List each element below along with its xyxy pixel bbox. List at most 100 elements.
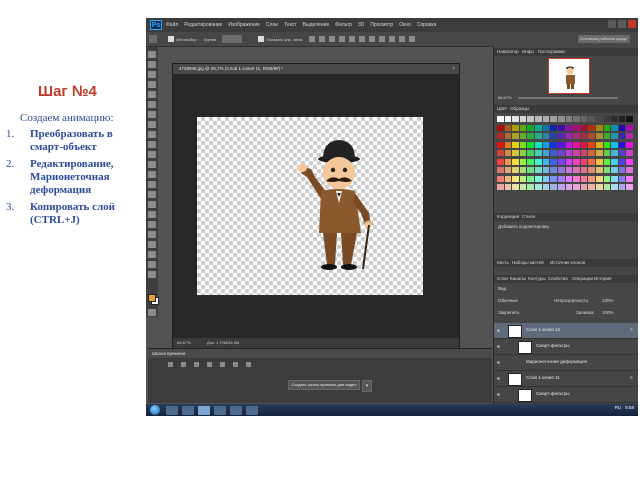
menu-3d[interactable]: 3D (358, 22, 364, 28)
color-swatch[interactable] (595, 116, 603, 122)
color-swatch[interactable] (512, 158, 519, 165)
color-swatch[interactable] (580, 124, 588, 131)
menu-file[interactable]: Файл (166, 22, 178, 28)
color-swatch[interactable] (504, 150, 512, 157)
color-swatch[interactable] (527, 124, 535, 131)
color-swatch[interactable] (565, 158, 573, 165)
color-swatch[interactable] (595, 184, 603, 191)
color-swatch[interactable] (504, 167, 512, 174)
workspace-dropdown[interactable]: Основная рабочая среда (578, 35, 630, 43)
color-swatch[interactable] (573, 141, 580, 148)
tab-actions[interactable]: Операции (572, 276, 593, 281)
color-swatch[interactable] (497, 158, 504, 165)
extra-tool-icon[interactable] (148, 261, 156, 268)
color-swatch[interactable] (595, 133, 603, 140)
color-swatch[interactable] (519, 141, 527, 148)
tab-properties[interactable]: Свойства (548, 276, 568, 281)
color-swatch[interactable] (626, 175, 633, 182)
color-swatch[interactable] (565, 141, 573, 148)
color-swatch[interactable] (573, 158, 580, 165)
color-swatch[interactable] (618, 184, 626, 191)
color-swatch[interactable] (497, 116, 504, 122)
color-swatch[interactable] (557, 167, 565, 174)
zoom-tool-icon[interactable] (148, 251, 156, 258)
color-swatch[interactable] (535, 141, 542, 148)
color-swatch[interactable] (497, 133, 504, 140)
color-swatch[interactable] (611, 133, 618, 140)
tab-swatches[interactable]: Образцы (510, 106, 529, 111)
taskbar-app-icon[interactable] (198, 405, 210, 415)
color-swatch[interactable] (626, 167, 633, 174)
color-swatch[interactable] (588, 133, 595, 140)
menu-image[interactable]: Изображение (228, 22, 260, 28)
stamp-tool-icon[interactable] (148, 131, 156, 138)
color-swatch[interactable] (580, 167, 588, 174)
color-swatch[interactable] (603, 167, 611, 174)
layer-row[interactable]: ● Слой 1 копия 11 ⊙ (494, 371, 638, 387)
color-swatch[interactable] (595, 158, 603, 165)
tab-clone-source[interactable]: Источник клонов (550, 260, 585, 265)
color-swatch[interactable] (557, 116, 565, 122)
color-swatch[interactable] (497, 184, 504, 191)
color-swatch[interactable] (611, 184, 618, 191)
color-swatch[interactable] (626, 124, 633, 131)
color-swatch[interactable] (618, 124, 626, 131)
mode-3d-icon[interactable] (409, 36, 416, 42)
color-swatch[interactable] (535, 116, 542, 122)
color-swatch[interactable] (580, 175, 588, 182)
color-swatch[interactable] (512, 141, 519, 148)
blur-tool-icon[interactable] (148, 171, 156, 178)
color-swatch[interactable] (603, 133, 611, 140)
color-swatch[interactable] (557, 141, 565, 148)
color-swatch[interactable] (497, 141, 504, 148)
color-swatch[interactable] (527, 141, 535, 148)
color-swatch[interactable] (542, 141, 550, 148)
minimize-icon[interactable] (608, 20, 616, 28)
color-swatch[interactable] (519, 150, 527, 157)
color-swatch[interactable] (535, 150, 542, 157)
navigator-zoom-slider[interactable] (518, 97, 618, 99)
color-swatch[interactable] (550, 175, 557, 182)
color-swatch[interactable] (580, 116, 588, 122)
transform-checkbox[interactable] (258, 36, 265, 42)
autoselect-dropdown[interactable] (222, 35, 243, 43)
eyedropper-tool-icon[interactable] (148, 101, 156, 108)
quick-mask-icon[interactable] (148, 309, 156, 316)
eraser-tool-icon[interactable] (148, 151, 156, 158)
color-swatch[interactable] (573, 167, 580, 174)
color-swatch[interactable] (542, 116, 550, 122)
color-swatch[interactable] (580, 141, 588, 148)
color-swatch[interactable] (588, 184, 595, 191)
color-swatch[interactable] (557, 175, 565, 182)
color-swatch[interactable] (497, 124, 504, 131)
color-swatch[interactable] (512, 124, 519, 131)
color-swatch[interactable] (542, 124, 550, 131)
color-swatch[interactable] (504, 141, 512, 148)
color-swatch[interactable] (535, 124, 542, 131)
color-swatch[interactable] (573, 124, 580, 131)
color-swatch[interactable] (611, 150, 618, 157)
taskbar-app-icon[interactable] (246, 405, 258, 415)
color-swatch[interactable] (527, 158, 535, 165)
color-swatch[interactable] (565, 184, 573, 191)
taskbar-app-icon[interactable] (214, 405, 226, 415)
color-swatch[interactable] (595, 124, 603, 131)
eye-icon[interactable]: ● (497, 392, 500, 398)
color-swatch[interactable] (542, 184, 550, 191)
pen-tool-icon[interactable] (148, 191, 156, 198)
lasso-tool-icon[interactable] (148, 71, 156, 78)
opacity-value[interactable]: 100% (602, 298, 614, 303)
align-left-icon[interactable] (339, 36, 346, 42)
history-brush-tool-icon[interactable] (148, 141, 156, 148)
color-swatch[interactable] (504, 175, 512, 182)
color-swatch[interactable] (580, 184, 588, 191)
distribute-icon[interactable] (389, 36, 396, 42)
align-bottom-icon[interactable] (329, 36, 336, 42)
navigator-zoom[interactable]: 66,67% (498, 95, 512, 100)
color-swatch[interactable] (618, 158, 626, 165)
color-swatch[interactable] (618, 167, 626, 174)
color-swatch[interactable] (573, 150, 580, 157)
color-swatch[interactable] (527, 167, 535, 174)
color-swatch[interactable] (527, 175, 535, 182)
color-swatch[interactable] (588, 141, 595, 148)
